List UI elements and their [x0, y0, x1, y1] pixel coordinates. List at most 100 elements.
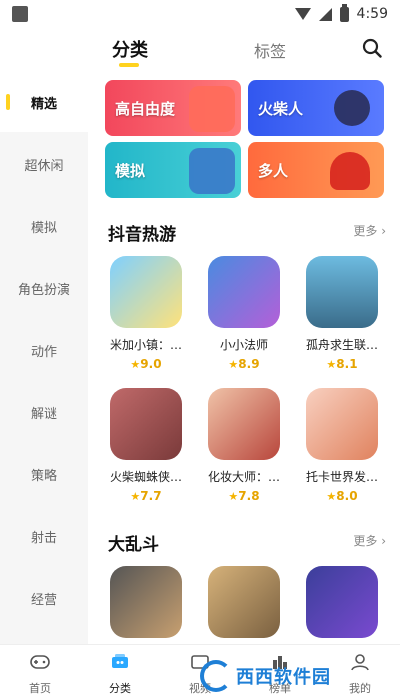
- sidebar-active-indicator: [6, 94, 10, 110]
- top-tabs: 分类 标签: [0, 28, 400, 72]
- game-card[interactable]: [200, 566, 288, 638]
- game-card[interactable]: [298, 566, 386, 638]
- watermark-text: 西西软件园: [236, 667, 331, 688]
- game-icon: [208, 256, 280, 328]
- tab-tags[interactable]: 标签: [254, 38, 286, 62]
- sidebar-item-shooter[interactable]: 射击: [0, 506, 88, 566]
- rating-value: 7.7: [140, 489, 162, 503]
- rating-value: 8.0: [336, 489, 358, 503]
- star-icon: ★: [130, 490, 141, 503]
- sidebar-item-strategy[interactable]: 策略: [0, 444, 88, 504]
- notification-icon: [12, 6, 28, 22]
- tab-active-indicator: [119, 63, 139, 67]
- game-card[interactable]: [102, 566, 190, 638]
- game-rating: ★8.1: [298, 357, 386, 371]
- star-icon: ★: [326, 358, 337, 371]
- nav-category[interactable]: 分类: [80, 651, 160, 696]
- category-icon: [112, 654, 128, 668]
- sidebar-item-label: 模拟: [30, 220, 57, 236]
- sidebar-item-simulation[interactable]: 模拟: [0, 196, 88, 256]
- sidebar-item-casual[interactable]: 超休闲: [0, 134, 88, 194]
- game-card[interactable]: 米加小镇：… ★9.0: [102, 256, 190, 371]
- sidebar-item-management[interactable]: 经营: [0, 568, 88, 628]
- rating-value: 8.9: [238, 357, 260, 371]
- status-bar: 4:59: [0, 0, 400, 28]
- chevron-right-icon: ›: [381, 224, 386, 238]
- game-icon: [110, 566, 182, 638]
- rating-value: 8.1: [336, 357, 358, 371]
- game-name: 化妆大师：…: [207, 470, 280, 484]
- category-sidebar: 精选 超休闲 模拟 角色扮演 动作 解谜 策略 射击 经营: [0, 72, 88, 644]
- sidebar-item-label: 射击: [30, 530, 57, 546]
- banner-art: [330, 152, 370, 190]
- section-title: 大乱斗: [108, 535, 159, 555]
- game-card[interactable]: 小小法师 ★8.9: [200, 256, 288, 371]
- star-icon: ★: [326, 490, 337, 503]
- game-icon: [208, 566, 280, 638]
- sidebar-item-label: 经营: [30, 592, 57, 608]
- chevron-right-icon: ›: [381, 534, 386, 548]
- banner-multiplayer[interactable]: 多人: [248, 142, 384, 198]
- nav-home[interactable]: 首页: [0, 651, 80, 696]
- watermark: 西西软件园: [200, 658, 380, 694]
- sidebar-item-label: 解谜: [30, 406, 57, 422]
- banner-high-freedom[interactable]: 高自由度: [105, 80, 241, 136]
- battery-icon: [339, 3, 349, 22]
- sidebar-item-action[interactable]: 动作: [0, 320, 88, 380]
- sidebar-item-label: 超休闲: [24, 158, 64, 174]
- search-icon[interactable]: [362, 38, 382, 58]
- category-content: 高自由度 火柴人 模拟 多人 抖音热游 更多 › 米加小镇：… ★9.0 小小法…: [88, 72, 400, 644]
- game-icon: [306, 256, 378, 328]
- game-card[interactable]: 化妆大师：… ★7.8: [200, 388, 288, 503]
- game-card[interactable]: 火柴蜘蛛侠… ★7.7: [102, 388, 190, 503]
- game-rating: ★7.7: [102, 489, 190, 503]
- game-name: 火柴蜘蛛侠…: [109, 470, 182, 484]
- game-name: 小小法师: [219, 338, 268, 352]
- banner-label: 多人: [258, 162, 289, 180]
- section-title: 抖音热游: [108, 225, 176, 245]
- banner-label: 高自由度: [115, 100, 176, 118]
- nav-label: 分类: [109, 682, 131, 695]
- banner-art: [189, 148, 235, 194]
- banner-simulation[interactable]: 模拟: [105, 142, 241, 198]
- sidebar-item-label: 策略: [30, 468, 57, 484]
- game-card[interactable]: 孤舟求生联… ★8.1: [298, 256, 386, 371]
- star-icon: ★: [228, 490, 239, 503]
- sidebar-item-featured[interactable]: 精选: [0, 72, 88, 132]
- banner-label: 模拟: [115, 162, 146, 180]
- game-icon: [110, 388, 182, 460]
- game-rating: ★9.0: [102, 357, 190, 371]
- nav-label: 首页: [29, 682, 51, 695]
- status-time: 4:59: [356, 6, 388, 22]
- game-card[interactable]: 托卡世界发… ★8.0: [298, 388, 386, 503]
- watermark-logo-icon: [200, 660, 232, 692]
- more-link[interactable]: 更多 ›: [353, 532, 386, 549]
- star-icon: ★: [228, 358, 239, 371]
- banner-stickman[interactable]: 火柴人: [248, 80, 384, 136]
- sidebar-item-label: 动作: [30, 344, 57, 360]
- banner-art: [189, 86, 235, 132]
- sidebar-item-label: 角色扮演: [17, 282, 70, 298]
- wifi-icon: [294, 8, 311, 20]
- more-link[interactable]: 更多 ›: [353, 222, 386, 239]
- sidebar-item-label: 精选: [30, 96, 57, 112]
- star-icon: ★: [130, 358, 141, 371]
- game-icon: [306, 566, 378, 638]
- sidebar-item-rpg[interactable]: 角色扮演: [0, 258, 88, 318]
- game-name: 米加小镇：…: [109, 338, 182, 352]
- banner-art: [334, 90, 370, 126]
- more-label: 更多: [353, 224, 378, 238]
- game-rating: ★7.8: [200, 489, 288, 503]
- more-label: 更多: [353, 534, 378, 548]
- sidebar-item-puzzle[interactable]: 解谜: [0, 382, 88, 442]
- game-icon: [208, 388, 280, 460]
- game-icon: [110, 256, 182, 328]
- gamepad-icon: [30, 655, 50, 669]
- game-name: 孤舟求生联…: [305, 338, 378, 352]
- game-rating: ★8.0: [298, 489, 386, 503]
- banner-label: 火柴人: [258, 100, 304, 118]
- rating-value: 7.8: [238, 489, 260, 503]
- signal-icon: [318, 7, 332, 21]
- tab-category[interactable]: 分类: [112, 36, 148, 62]
- rating-value: 9.0: [140, 357, 162, 371]
